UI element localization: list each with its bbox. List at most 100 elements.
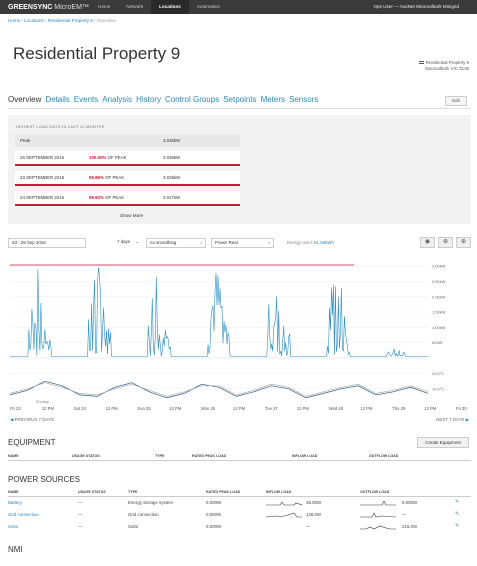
inflow-sparkline — [266, 501, 302, 506]
period-select[interactable]: 7 days ⌄ — [92, 238, 142, 248]
chevron-down-icon: ⌄ — [135, 239, 139, 244]
arrow-right-icon: ▶ — [465, 417, 469, 422]
x-tick-label: 12 PM — [42, 406, 55, 411]
previous-7-days-link[interactable]: ◀ PREVIOUS 7 DAYS — [10, 417, 54, 423]
x-tick-label: 12 PM — [233, 406, 246, 411]
column-header: TYPE — [155, 454, 165, 458]
power-source-name-link[interactable]: Battery — [8, 500, 22, 505]
y-tick-label: 1.00kW — [432, 325, 446, 330]
tab-control-groups[interactable]: Control Groups — [165, 95, 219, 104]
x-tick-label: Fri 30 — [456, 406, 467, 411]
tab-events[interactable]: Events — [74, 95, 98, 104]
tab-details[interactable]: Details — [45, 95, 69, 104]
column-header: OUTFLOW LOAD — [369, 454, 399, 458]
power-chart[interactable]: 3.00kW 2.50kW 2.00kW 1.50kW 1.00kW 500W 20.0°C… — [8, 258, 471, 412]
show-more-link[interactable]: Show More — [120, 213, 143, 218]
tab-overview[interactable]: Overview — [8, 95, 41, 104]
power-source-name-link[interactable]: Grid connection — [8, 512, 39, 517]
select-arrows-icon: ↕ — [268, 240, 270, 245]
column-header: INFLOW LOAD — [292, 454, 318, 458]
breadcrumb-home[interactable]: Home — [8, 18, 20, 23]
table-divider — [8, 496, 471, 497]
y-tick-label: 1.50kW — [432, 310, 446, 315]
page-title: Residential Property 9 — [13, 44, 181, 63]
column-header: INFLOW LOAD — [266, 490, 292, 494]
peak-summary-row: Peak 3.036kW — [15, 134, 240, 147]
outflow-sparkline — [360, 500, 396, 506]
temperature-series-line — [9, 380, 429, 399]
column-header: USAGE STATUS — [78, 490, 106, 494]
tabs-divider — [8, 108, 471, 109]
tab-meters[interactable]: Meters — [261, 95, 285, 104]
outflow-sparkline — [360, 525, 396, 530]
zoom-in-icon[interactable]: ⊕ — [456, 237, 471, 248]
x-tick-label: 12 PM — [169, 406, 182, 411]
tab-setpoints[interactable]: Setpoints — [223, 95, 256, 104]
column-header: USAGE STATUS — [72, 454, 100, 458]
smoothing-select[interactable]: no smoothing ↕ — [146, 238, 206, 248]
edit-button[interactable]: Edit — [445, 96, 467, 106]
eye-icon[interactable]: ◉ — [420, 237, 435, 248]
x-tick-label: Thu 29 — [392, 406, 406, 411]
edit-pencil-icon[interactable]: ✎ — [455, 523, 459, 529]
peak-day-row[interactable]: 26 SEPTEMBER 2016 100.00% OF PEAK 3.036k… — [15, 151, 240, 166]
x-tick-label: 12 PM — [106, 406, 119, 411]
nmi-title: NMI — [8, 545, 23, 554]
x-tick-label: Tue 27 — [265, 406, 279, 411]
tab-bar: Overview Details Events Analysis History… — [8, 95, 322, 104]
x-tick-label: Fri 23 — [10, 406, 21, 411]
arrow-left-icon: ◀ — [10, 417, 14, 422]
next-7-days-link[interactable]: NEXT 7 DAYS ▶ — [436, 417, 469, 423]
peak-bar — [15, 164, 240, 166]
tab-analysis[interactable]: Analysis — [102, 95, 132, 104]
peak-panel-heading: HIGHEST LOAD DAYS IN LAST 12 MONTHS — [16, 124, 105, 129]
map-icon — [418, 61, 424, 65]
nav-automation[interactable]: Automation — [189, 0, 228, 14]
edit-pencil-icon[interactable]: ✎ — [455, 499, 459, 505]
y-tick-label: 3.00kW — [432, 264, 446, 269]
outflow-sparkline — [360, 512, 396, 518]
y-tick-label: 20.0°C — [432, 371, 444, 376]
chart-controls: 23 - 29 Sep 2016 7 days ⌄ no smoothing ↕ P… — [8, 237, 471, 250]
nav-locations[interactable]: Locations — [151, 0, 189, 14]
zoom-out-icon[interactable]: ⊕ — [438, 237, 453, 248]
y-tick-label: 10.0°C — [432, 386, 444, 391]
tab-history[interactable]: History — [136, 95, 161, 104]
x-tick-label: 12 PM — [424, 406, 437, 411]
equipment-title: EQUIPMENT — [8, 438, 56, 447]
table-divider — [8, 460, 471, 461]
breadcrumb-current: Overview — [96, 18, 116, 23]
breadcrumb: Home / Locations / Residential Property … — [8, 18, 116, 23]
tab-sensors[interactable]: Sensors — [289, 95, 318, 104]
y-tick-label: 500W — [432, 340, 443, 345]
energy-used-readout: Energy used: 61.58kWh — [287, 240, 334, 245]
y-tick-label: 2.00kW — [432, 294, 446, 299]
column-header: TYPE — [128, 490, 138, 494]
metric-select[interactable]: Power Real ↕ — [211, 238, 274, 248]
brand-logo[interactable]: GREENSYNC MicroEM™ — [8, 4, 90, 11]
x-tick-label: Mon 26 — [201, 406, 216, 411]
edit-pencil-icon[interactable]: ✎ — [455, 511, 459, 517]
inflow-sparkline — [266, 512, 302, 518]
chart-annotation: Sunday — [36, 400, 49, 404]
create-equipment-button[interactable]: Create Equipment — [417, 437, 469, 448]
date-range-input[interactable]: 23 - 29 Sep 2016 — [8, 238, 86, 248]
peak-bar — [15, 204, 240, 206]
power-source-name-link[interactable]: Solar — [8, 524, 18, 529]
x-tick-label: 12 PM — [297, 406, 310, 411]
select-arrows-icon: ↕ — [200, 240, 202, 245]
x-tick-label: Sun 25 — [137, 406, 151, 411]
user-menu[interactable]: Ops User — AusNet Mooroolbark Minigrid — [373, 0, 459, 14]
peak-load-panel: HIGHEST LOAD DAYS IN LAST 12 MONTHS Peak… — [8, 115, 471, 224]
peak-day-row[interactable]: 23 SEPTEMBER 2016 99.86% OF PEAK 3.028kW — [15, 171, 240, 186]
x-tick-label: Sat 24 — [74, 406, 87, 411]
top-navigation-bar: GREENSYNC MicroEM™ Home Network Location… — [0, 0, 477, 14]
breadcrumb-locations[interactable]: Locations — [24, 18, 44, 23]
property-address: Residential Property 9 Mooroolbark VIC 3… — [418, 60, 469, 72]
y-tick-label: 2.50kW — [432, 279, 446, 284]
breadcrumb-property[interactable]: Residential Property 9 — [48, 18, 93, 23]
peak-day-row[interactable]: 24 SEPTEMBER 2016 99.83% OF PEAK 3.027kW — [15, 191, 240, 206]
column-header: RATED PEAK LOAD — [206, 490, 241, 494]
nav-network[interactable]: Network — [118, 0, 151, 14]
nav-home[interactable]: Home — [90, 0, 118, 14]
